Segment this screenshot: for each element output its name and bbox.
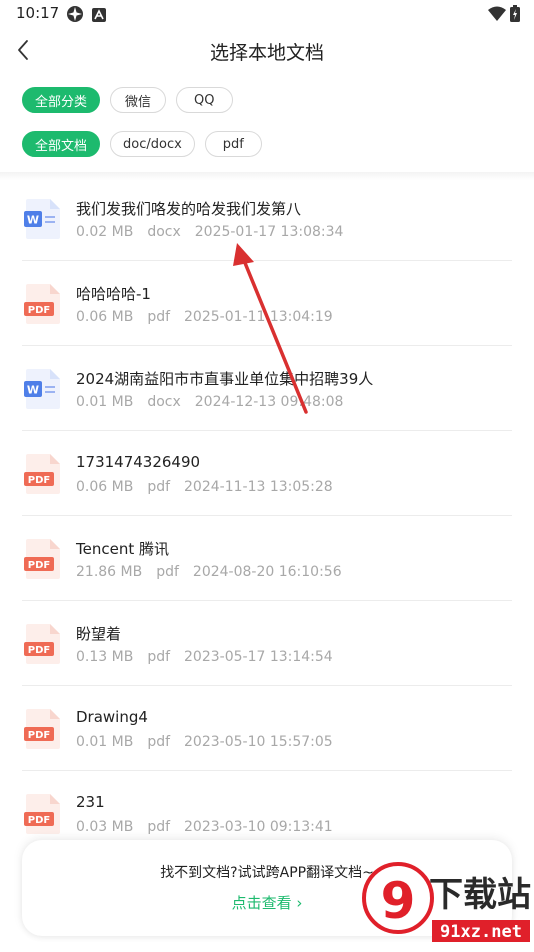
file-name: Tencent 腾讯 [76, 540, 169, 558]
watermark-sub: 91xz.net [440, 922, 522, 942]
svg-text:PDF: PDF [28, 730, 50, 741]
file-date: 2025-01-17 13:08:34 [194, 224, 344, 240]
file-meta: 21.86 MB pdf 2024-08-20 16:10:56 [76, 564, 356, 580]
list-item[interactable]: W 我们发我们咯发的哈发我们发第八 0.02 MB docx 2025-01-17 … [0, 176, 534, 261]
watermark-main: 下载站 [429, 875, 531, 915]
svg-text:PDF: PDF [28, 815, 50, 826]
file-size: 21.86 MB [76, 564, 143, 580]
word-icon: W [24, 369, 60, 409]
file-date: 2024-11-13 13:05:28 [184, 479, 333, 495]
status-left-icons [66, 5, 106, 27]
file-type: pdf [156, 564, 179, 580]
file-type: docx [147, 394, 181, 410]
list-item[interactable]: PDF 1731474326490 0.06 MB pdf 2024-11-13 1… [0, 431, 534, 516]
file-name: Drawing4 [76, 708, 148, 726]
file-date: 2025-01-11 13:04:19 [184, 309, 333, 325]
pdf-icon: PDF [24, 624, 60, 664]
file-size: 0.01 MB [76, 734, 134, 750]
file-type: docx [147, 224, 181, 240]
pinwheel-icon [66, 5, 84, 27]
list-item[interactable]: PDF Drawing4 0.01 MB pdf 2023-05-10 15:57:… [0, 686, 534, 771]
app-notification-icon [92, 7, 106, 26]
file-type: pdf [147, 309, 171, 325]
svg-text:PDF: PDF [28, 560, 50, 571]
battery-icon [510, 5, 520, 26]
file-size: 0.13 MB [76, 649, 134, 665]
header: 选择本地文档 [0, 30, 534, 74]
filter-chip-all-documents[interactable]: 全部文档 [22, 131, 101, 157]
list-item[interactable]: PDF Tencent 腾讯 21.86 MB pdf 2024-08-20 16:… [0, 516, 534, 601]
pdf-icon: PDF [24, 709, 60, 749]
filter-chip-qq[interactable]: QQ [176, 87, 233, 113]
file-meta: 0.13 MB pdf 2023-05-17 13:14:54 [76, 649, 347, 665]
file-date: 2024-12-13 09:48:08 [194, 394, 344, 410]
filter-chip-pdf[interactable]: pdf [204, 131, 262, 157]
svg-text:W: W [27, 214, 39, 227]
watermark-logo: 9 [381, 872, 416, 930]
file-size: 0.06 MB [76, 309, 134, 325]
file-type: pdf [147, 479, 171, 495]
svg-text:W: W [27, 384, 39, 397]
page-title: 选择本地文档 [209, 42, 324, 64]
pdf-icon: PDF [24, 454, 60, 494]
file-date: 2023-03-10 09:13:41 [184, 819, 333, 835]
status-right-icons [488, 5, 520, 26]
filter-chip-wechat[interactable]: 微信 [110, 87, 167, 113]
file-list: W 我们发我们咯发的哈发我们发第八 0.02 MB docx 2025-01-17 … [0, 176, 534, 856]
svg-text:PDF: PDF [28, 305, 50, 316]
filter-chip-all-categories[interactable]: 全部分类 [22, 87, 101, 113]
file-type: pdf [147, 649, 171, 665]
file-meta: 0.01 MB docx 2024-12-13 09:48:08 [76, 394, 357, 410]
source-filter-row: 全部分类 微信 QQ [22, 87, 233, 113]
pdf-icon: PDF [24, 539, 60, 579]
file-size: 0.06 MB [76, 479, 134, 495]
filter-chip-doc-docx[interactable]: doc/docx [110, 131, 195, 157]
file-name: 1731474326490 [76, 453, 201, 471]
pdf-icon: PDF [24, 284, 60, 324]
file-date: 2023-05-10 15:57:05 [184, 734, 333, 750]
list-item[interactable]: PDF 盼望着 0.13 MB pdf 2023-05-17 13:14:54 [0, 601, 534, 686]
svg-text:PDF: PDF [28, 475, 50, 486]
file-type: pdf [147, 819, 171, 835]
file-meta: 0.03 MB pdf 2023-03-10 09:13:41 [76, 819, 347, 835]
file-name: 231 [76, 793, 105, 811]
status-time: 10:17 [16, 4, 60, 22]
word-icon: W [24, 199, 60, 239]
file-meta: 0.02 MB docx 2025-01-17 13:08:34 [76, 224, 357, 240]
file-size: 0.02 MB [76, 224, 134, 240]
file-meta: 0.01 MB pdf 2023-05-10 15:57:05 [76, 734, 347, 750]
type-filter-row: 全部文档 doc/docx pdf [22, 131, 262, 157]
site-watermark: 9 下载站 91xz.net [360, 858, 532, 948]
file-meta: 0.06 MB pdf 2025-01-11 13:04:19 [76, 309, 347, 325]
file-size: 0.01 MB [76, 394, 134, 410]
file-name: 2024湖南益阳市市直事业单位集中招聘39人 [76, 370, 374, 388]
file-meta: 0.06 MB pdf 2024-11-13 13:05:28 [76, 479, 347, 495]
svg-text:PDF: PDF [28, 645, 50, 656]
status-bar: 10:17 [0, 0, 534, 28]
list-item[interactable]: PDF 哈哈哈哈-1 0.06 MB pdf 2025-01-11 13:04:19 [0, 261, 534, 346]
file-name: 我们发我们咯发的哈发我们发第八 [76, 200, 302, 218]
file-date: 2024-08-20 16:10:56 [192, 564, 342, 580]
list-item[interactable]: W 2024湖南益阳市市直事业单位集中招聘39人 0.01 MB docx 2024… [0, 346, 534, 431]
wifi-icon [488, 6, 506, 26]
file-name: 哈哈哈哈-1 [76, 285, 151, 303]
file-name: 盼望着 [76, 625, 122, 643]
file-date: 2023-05-17 13:14:54 [184, 649, 333, 665]
file-size: 0.03 MB [76, 819, 134, 835]
pdf-icon: PDF [24, 794, 60, 834]
file-type: pdf [147, 734, 171, 750]
